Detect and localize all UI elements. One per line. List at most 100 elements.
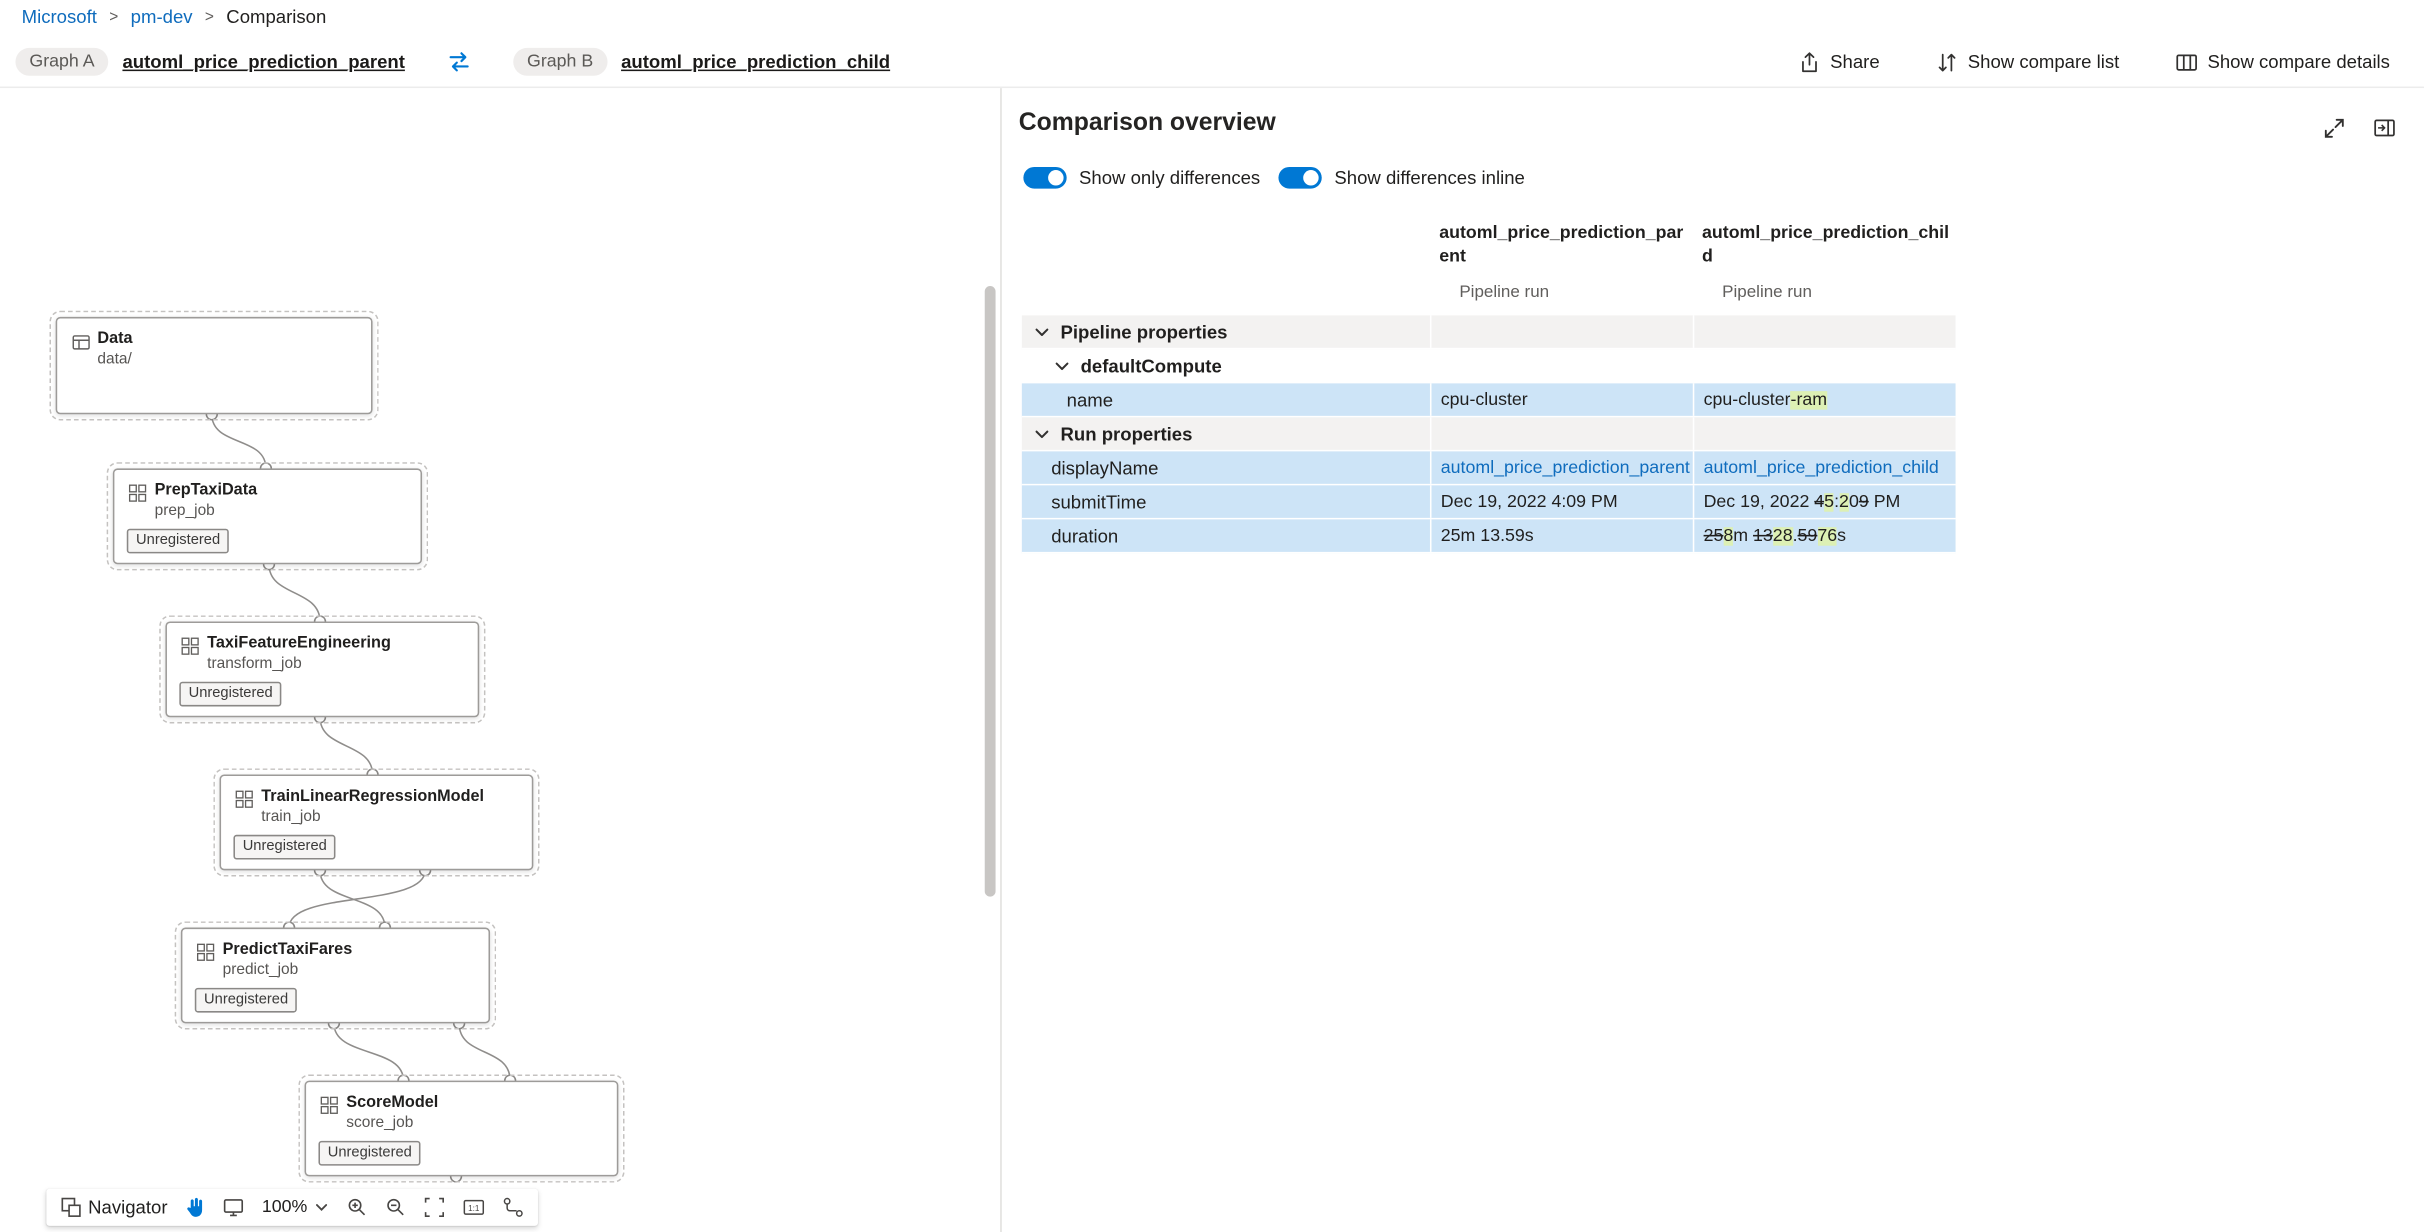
column-title: automl_price_prediction_parent <box>1439 223 1693 272</box>
node-subtitle: predict_job <box>223 962 477 979</box>
row-label: Run properties <box>1022 423 1430 445</box>
canvas-toolbar: Navigator 100% <box>46 1189 537 1226</box>
diff-segment-keep: cpu-cluster <box>1704 390 1791 409</box>
zoom-in-button[interactable] <box>346 1197 368 1219</box>
breadcrumb-link-microsoft[interactable]: Microsoft <box>22 6 97 28</box>
zoom-level-select[interactable]: 100% <box>262 1198 329 1217</box>
graph-node-trainlinearregressionmodel[interactable]: TrainLinearRegressionModeltrain_jobUnreg… <box>220 774 534 870</box>
layout-icon <box>502 1197 524 1219</box>
node-title: PrepTaxiData <box>155 481 409 501</box>
toggle-show-only-differences[interactable]: Show only differences <box>1023 167 1260 189</box>
table-row-run-properties[interactable]: Run properties <box>1022 417 1956 451</box>
graph-node-predicttaxifares[interactable]: PredictTaxiFarespredict_jobUnregistered <box>181 928 490 1024</box>
graph-b-badge: Graph B <box>513 48 607 76</box>
diff-segment-del: 25 <box>1704 526 1724 545</box>
diff-segment-ins: 8 <box>1723 526 1733 545</box>
value-cell-b <box>1693 315 1956 347</box>
toggle-knob <box>1048 170 1063 185</box>
diff-segment-del: 59 <box>1798 526 1818 545</box>
graph-node-scoremodel[interactable]: ScoreModelscore_jobUnregistered <box>305 1081 619 1177</box>
diff-segment-ins: -ram <box>1791 390 1828 409</box>
table-rows: Pipeline propertiesdefaultComputenamecpu… <box>1022 315 1956 553</box>
actual-size-button[interactable]: 1:1 <box>462 1197 485 1219</box>
toggle-label: Show differences inline <box>1334 167 1524 189</box>
node-subtitle: score_job <box>346 1115 604 1132</box>
node-title: Data <box>97 329 358 349</box>
table-row-defaultcompute[interactable]: defaultCompute <box>1022 349 1956 383</box>
pipeline-canvas[interactable]: Data data/PrepTaxiDataprep_jobUnregistere… <box>0 88 1002 1232</box>
node-status-badge: Unregistered <box>233 834 336 859</box>
row-label: submitTime <box>1022 491 1430 513</box>
toggle-show-differences-inline[interactable]: Show differences inline <box>1279 167 1525 189</box>
component-icon <box>196 943 215 962</box>
table-row-name: namecpu-clustercpu-cluster-ram <box>1022 383 1956 417</box>
diff-segment-keep: m <box>1733 526 1753 545</box>
table-row-submittime: submitTimeDec 19, 2022 4:09 PMDec 19, 20… <box>1022 485 1956 519</box>
chevron-down-icon <box>1053 356 1072 375</box>
graph-a-link[interactable]: automl_price_prediction_parent <box>122 51 404 73</box>
value-cell-b: cpu-cluster-ram <box>1693 383 1956 415</box>
expand-panel-button[interactable] <box>2320 114 2348 142</box>
value-cell-b <box>1693 417 1956 449</box>
fit-to-screen-button[interactable] <box>423 1197 445 1219</box>
diff-segment-del: 4 <box>1814 492 1824 511</box>
graph-node-data[interactable]: Data data/ <box>56 317 373 414</box>
node-status-badge: Unregistered <box>179 681 282 706</box>
node-subtitle: transform_job <box>207 656 465 673</box>
diff-segment-ins: 5 <box>1824 492 1834 511</box>
share-button[interactable]: Share <box>1788 49 1889 75</box>
graph-node-taxifeatureengineering[interactable]: TaxiFeatureEngineering transform_job Unreg… <box>165 621 479 717</box>
toggle-switch-on[interactable] <box>1279 167 1322 189</box>
screen-view-button[interactable] <box>223 1197 245 1219</box>
comparison-table: automl_price_prediction_parent Pipeline … <box>1022 210 1956 553</box>
breadcrumb-link-pm-dev[interactable]: pm-dev <box>131 6 193 28</box>
show-compare-details-button[interactable]: Show compare details <box>2166 49 2400 75</box>
diff-segment-ins: 76 <box>1817 526 1837 545</box>
run-link[interactable]: automl_price_prediction_child <box>1704 458 1939 477</box>
compare-list-icon <box>1935 50 1958 73</box>
swap-graphs-button[interactable] <box>444 46 475 77</box>
show-compare-list-button[interactable]: Show compare list <box>1926 49 2129 75</box>
node-title: TaxiFeatureEngineering <box>207 634 465 654</box>
fit-to-screen-icon <box>423 1197 445 1219</box>
pan-tool-button[interactable] <box>185 1197 207 1219</box>
graph-b-link[interactable]: automl_price_prediction_child <box>621 51 890 73</box>
swap-icon <box>447 49 472 74</box>
comparison-panel: Comparison overview <box>1003 88 2424 1232</box>
diff-segment-ins: 28 <box>1773 526 1793 545</box>
node-subtitle: train_job <box>261 809 519 826</box>
table-header: automl_price_prediction_parent Pipeline … <box>1022 210 1956 315</box>
show-compare-list-label: Show compare list <box>1968 51 2120 73</box>
navigator-button[interactable]: Navigator <box>60 1197 167 1219</box>
value-cell-a: automl_price_prediction_parent <box>1430 451 1693 483</box>
expand-icon <box>2323 117 2345 139</box>
vertical-scrollbar[interactable] <box>985 286 996 897</box>
collapse-panel-button[interactable] <box>2370 114 2399 142</box>
zoom-out-button[interactable] <box>385 1197 407 1219</box>
diff-segment-keep: cpu-cluster <box>1441 390 1528 409</box>
toggle-knob <box>1303 170 1318 185</box>
diff-segment-keep: PM <box>1869 492 1901 511</box>
diff-segment-del: 13 <box>1753 526 1773 545</box>
column-title: automl_price_prediction_child <box>1702 223 1956 272</box>
value-cell-b: 258m 1328.5976s <box>1693 519 1956 551</box>
node-subtitle: data/ <box>97 351 358 368</box>
auto-layout-button[interactable] <box>502 1197 524 1219</box>
node-status-badge: Unregistered <box>318 1140 421 1165</box>
value-cell-a <box>1430 315 1693 347</box>
breadcrumb-separator: > <box>205 9 214 26</box>
graph-node-preptaxidata[interactable]: PrepTaxiDataprep_jobUnregistered <box>113 468 422 564</box>
table-row-pipeline-properties[interactable]: Pipeline properties <box>1022 315 1956 349</box>
run-link[interactable]: automl_price_prediction_parent <box>1441 458 1690 477</box>
node-title: PredictTaxiFares <box>223 940 477 960</box>
diff-segment-ins: 2 <box>1839 492 1849 511</box>
value-cell-b: Dec 19, 2022 45:209 PM <box>1693 485 1956 517</box>
show-compare-details-label: Show compare details <box>2207 51 2390 73</box>
toggle-switch-on[interactable] <box>1023 167 1066 189</box>
navigator-label: Navigator <box>88 1197 167 1219</box>
row-label: duration <box>1022 525 1430 547</box>
table-row-duration: duration25m 13.59s258m 1328.5976s <box>1022 519 1956 553</box>
table-row-displayname: displayNameautoml_price_prediction_paren… <box>1022 451 1956 485</box>
node-status-badge: Unregistered <box>127 528 230 553</box>
data-icon <box>71 332 91 352</box>
